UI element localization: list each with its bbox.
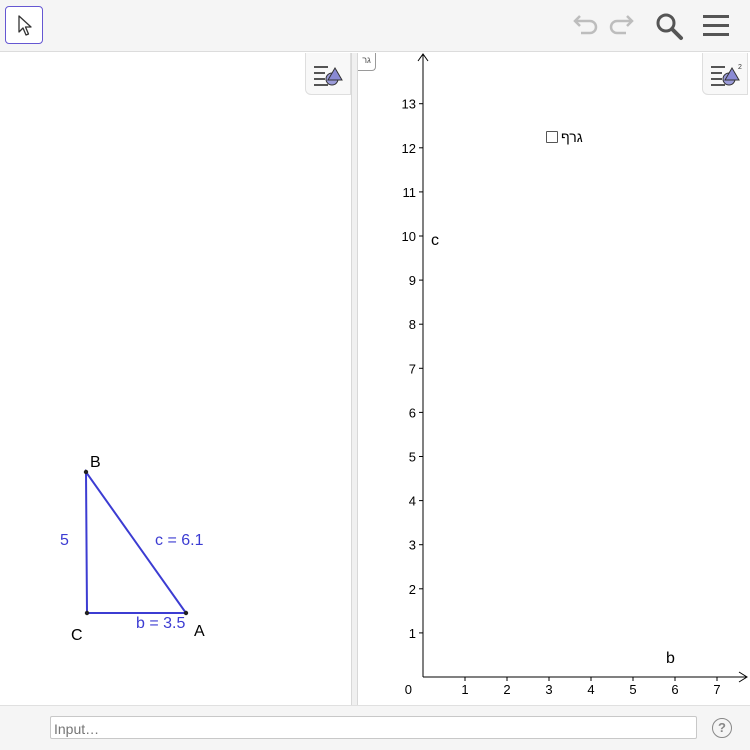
point-b[interactable] <box>83 469 89 475</box>
y-tick-label: 5 <box>409 450 416 465</box>
y-tick-label: 13 <box>402 97 416 112</box>
x-tick-label: 3 <box>545 682 552 697</box>
undo-icon[interactable] <box>569 10 601 42</box>
hamburger-menu-icon[interactable] <box>700 10 732 42</box>
graph-checkbox[interactable]: גרף <box>546 129 583 145</box>
x-tick-label: 1 <box>461 682 468 697</box>
toolbar <box>0 0 750 52</box>
x-tick-label: 5 <box>629 682 636 697</box>
y-tick-label: 8 <box>409 317 416 332</box>
y-tick-label: 11 <box>403 185 417 200</box>
side-c-label: c = 6.1 <box>155 532 204 549</box>
point-b-label: B <box>90 454 101 471</box>
y-tick-label: 3 <box>409 538 416 553</box>
x-tick-label: 7 <box>713 682 720 697</box>
y-tick-label: 6 <box>409 405 416 420</box>
y-tick-label: 4 <box>409 494 416 509</box>
checkbox-box[interactable] <box>546 131 558 143</box>
x-tick-label: 2 <box>503 682 510 697</box>
y-tick-label: 1 <box>409 626 416 641</box>
x-tick-label: 4 <box>587 682 594 697</box>
move-tool-button[interactable] <box>5 6 43 44</box>
search-icon[interactable] <box>653 10 685 42</box>
redo-icon[interactable] <box>606 10 638 42</box>
graph-checkbox-label: גרף <box>561 129 583 145</box>
coordinate-axes: 1 2 3 4 5 6 7123456789101112130bc <box>402 53 748 697</box>
view-splitter[interactable] <box>351 53 358 705</box>
point-c-label: C <box>71 627 83 644</box>
style-bar-toggle-2[interactable]: 2 <box>702 53 748 95</box>
arrow-cursor-icon <box>18 15 32 36</box>
y-tick-label: 2 <box>409 582 416 597</box>
point-a-label: A <box>194 623 205 640</box>
triangle-construction: B C A 5 b = 3.5 c = 6.1 <box>60 454 205 644</box>
algebra-input[interactable] <box>50 716 697 739</box>
help-icon[interactable]: ? <box>712 718 732 738</box>
input-bar: ? <box>0 705 750 750</box>
svg-text:2: 2 <box>738 64 742 71</box>
style-bar-icon: 2 <box>711 64 742 86</box>
graphics-view-1[interactable]: B C A 5 b = 3.5 c = 6.1 <box>0 53 351 705</box>
origin-label: 0 <box>405 682 412 697</box>
x-axis-name: b <box>666 650 675 667</box>
point-c[interactable] <box>84 610 90 616</box>
y-tick-label: 12 <box>402 141 416 156</box>
side-a-label: 5 <box>60 532 69 549</box>
y-tick-label: 9 <box>409 273 416 288</box>
y-axis-name: c <box>431 232 439 249</box>
y-tick-label: 7 <box>409 361 416 376</box>
graphics-view-2[interactable]: גר 1 2 3 4 5 6 7 1 2 3 4 5 6 7 8 9 10 11 12 13 0 b c גרף 2 <box>358 53 750 705</box>
y-tick-label: 10 <box>402 229 416 244</box>
side-b-label: b = 3.5 <box>136 615 185 632</box>
x-tick-label: 6 <box>671 682 678 697</box>
